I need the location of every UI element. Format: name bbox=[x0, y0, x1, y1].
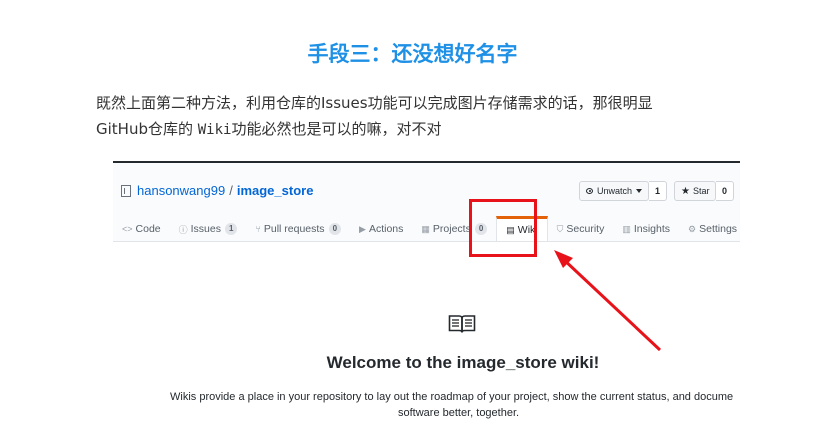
wiki-welcome-heading: Welcome to the image_store wiki! bbox=[326, 353, 600, 372]
arrow-shaft bbox=[560, 256, 662, 352]
wiki-description-line-2: software better, together. bbox=[398, 407, 520, 419]
book-icon bbox=[448, 315, 476, 333]
wiki-description: Wikis provide a place in your repository… bbox=[113, 389, 740, 421]
wiki-description-line-1: Wikis provide a place in your repository… bbox=[170, 391, 734, 403]
